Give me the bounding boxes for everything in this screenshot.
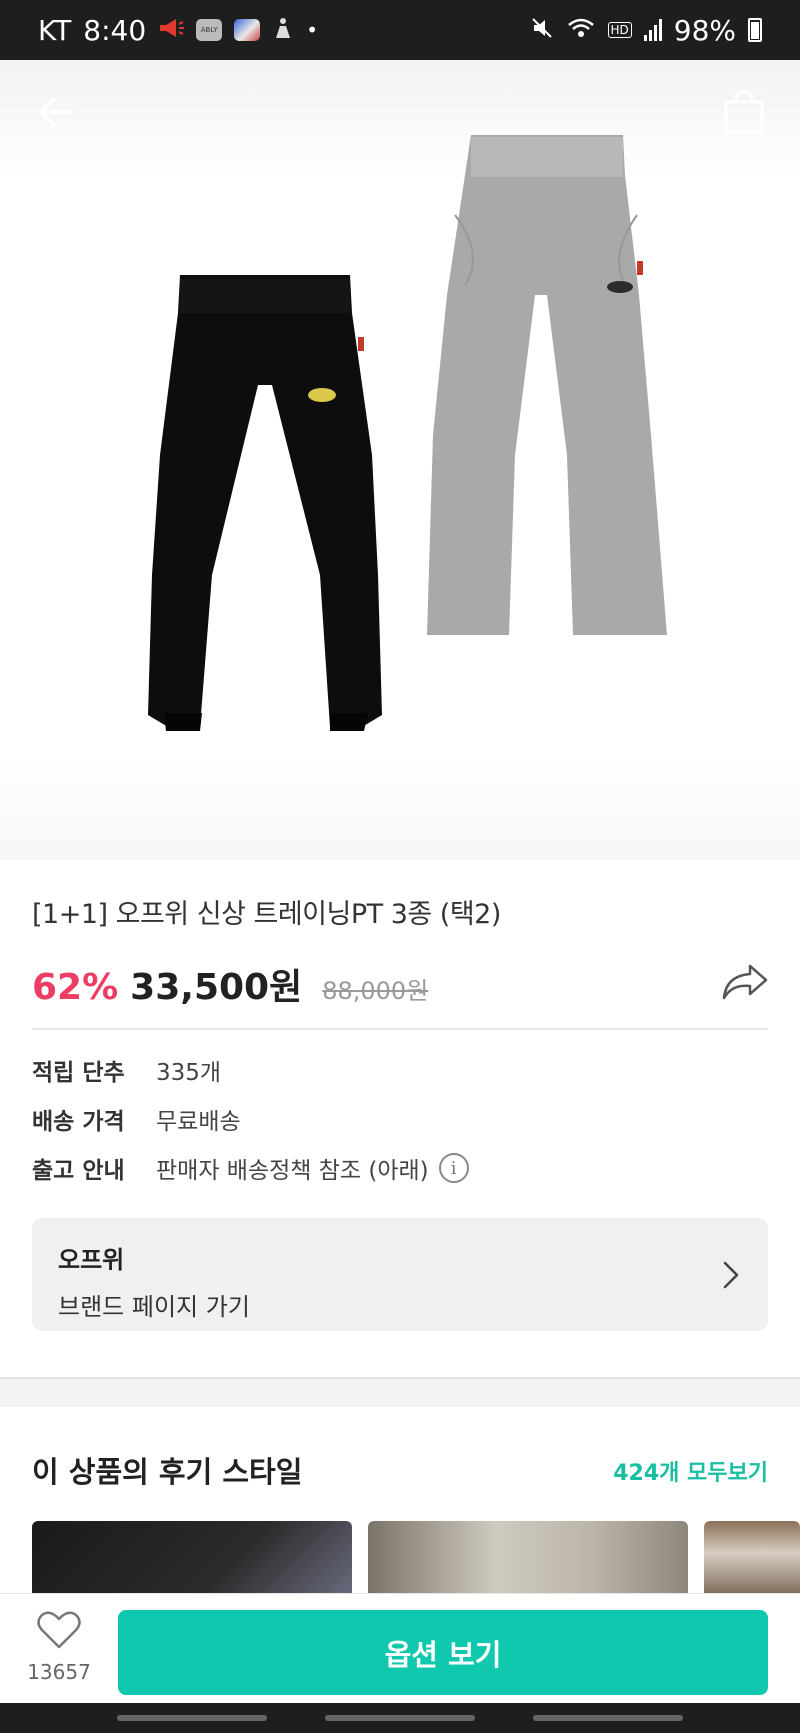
notification-dot-icon: • bbox=[306, 18, 318, 42]
review-thumbnail[interactable] bbox=[32, 1521, 352, 1601]
cart-button[interactable] bbox=[722, 88, 766, 136]
info-value: 무료배송 bbox=[156, 1109, 241, 1135]
info-row-points: 적립 단추 335개 bbox=[32, 1053, 221, 1087]
battery-icon bbox=[748, 18, 762, 42]
grey-pants-image bbox=[427, 135, 667, 635]
info-label: 배송 가격 bbox=[32, 1109, 125, 1135]
info-value-wrap: 판매자 배송정책 참조 (아래) i bbox=[156, 1151, 469, 1185]
view-options-button[interactable]: 옵션 보기 bbox=[118, 1610, 768, 1695]
review-thumbnail[interactable] bbox=[368, 1521, 688, 1601]
reviews-see-all-link[interactable]: 424개 모두보기 bbox=[613, 1455, 768, 1487]
info-icon[interactable]: i bbox=[438, 1153, 469, 1183]
product-image[interactable] bbox=[0, 60, 800, 860]
reviews-section-title: 이 상품의 후기 스타일 bbox=[32, 1455, 303, 1489]
share-button[interactable] bbox=[722, 962, 768, 1002]
like-count: 13657 bbox=[27, 1660, 91, 1684]
heart-icon bbox=[37, 1611, 81, 1649]
info-value: 335개 bbox=[156, 1060, 222, 1086]
back-button[interactable] bbox=[34, 90, 78, 134]
info-row-dispatch: 출고 안내 판매자 배송정책 참조 (아래) i bbox=[32, 1151, 469, 1185]
megaphone-icon bbox=[158, 14, 185, 47]
battery-percent: 98% bbox=[673, 13, 736, 47]
info-label: 적립 단추 bbox=[32, 1060, 125, 1086]
black-pants-image bbox=[148, 275, 382, 731]
brand-page-link: 브랜드 페이지 가기 bbox=[58, 1293, 250, 1321]
info-row-shipping: 배송 가격 무료배송 bbox=[32, 1102, 241, 1136]
hd-icon: HD bbox=[607, 22, 632, 38]
price-row: 62% 33,500원 88,000원 bbox=[32, 958, 428, 1010]
original-price: 88,000원 bbox=[322, 977, 429, 1005]
status-bar: KT 8:40 ABLY • HD 98% bbox=[0, 0, 800, 60]
review-thumbnail[interactable] bbox=[704, 1521, 800, 1601]
divider bbox=[32, 1028, 768, 1030]
section-separator bbox=[0, 1377, 800, 1407]
wifi-icon bbox=[566, 14, 596, 47]
mute-icon bbox=[530, 14, 554, 47]
product-title: [1+1] 오프위 신상 트레이닝PT 3종 (택2) bbox=[32, 899, 501, 930]
arrow-left-icon bbox=[39, 97, 74, 127]
system-nav-bar bbox=[0, 1703, 800, 1733]
brand-name: 오프위 bbox=[58, 1246, 125, 1274]
carrier-label: KT bbox=[38, 13, 72, 47]
clock: 8:40 bbox=[83, 13, 147, 47]
sale-price: 33,500원 bbox=[130, 967, 303, 1008]
brand-card[interactable]: 오프위 브랜드 페이지 가기 bbox=[32, 1218, 768, 1331]
chevron-right-icon bbox=[723, 1261, 739, 1289]
shopping-bag-icon bbox=[724, 89, 764, 134]
share-arrow-icon bbox=[722, 964, 768, 1000]
nav-home-button[interactable] bbox=[325, 1715, 475, 1721]
ably-app-icon: ABLY bbox=[196, 19, 223, 41]
photo-app-icon bbox=[234, 19, 261, 41]
info-value: 판매자 배송정책 참조 (아래) bbox=[156, 1158, 429, 1184]
signal-icon bbox=[643, 19, 662, 41]
bottom-action-bar: 13657 옵션 보기 bbox=[0, 1593, 800, 1703]
info-label: 출고 안내 bbox=[32, 1158, 125, 1184]
discount-rate: 62% bbox=[32, 967, 119, 1008]
like-button[interactable]: 13657 bbox=[24, 1610, 94, 1700]
nav-recent-button[interactable] bbox=[117, 1715, 267, 1721]
nav-back-button[interactable] bbox=[533, 1715, 683, 1721]
gesture-icon bbox=[272, 14, 294, 47]
